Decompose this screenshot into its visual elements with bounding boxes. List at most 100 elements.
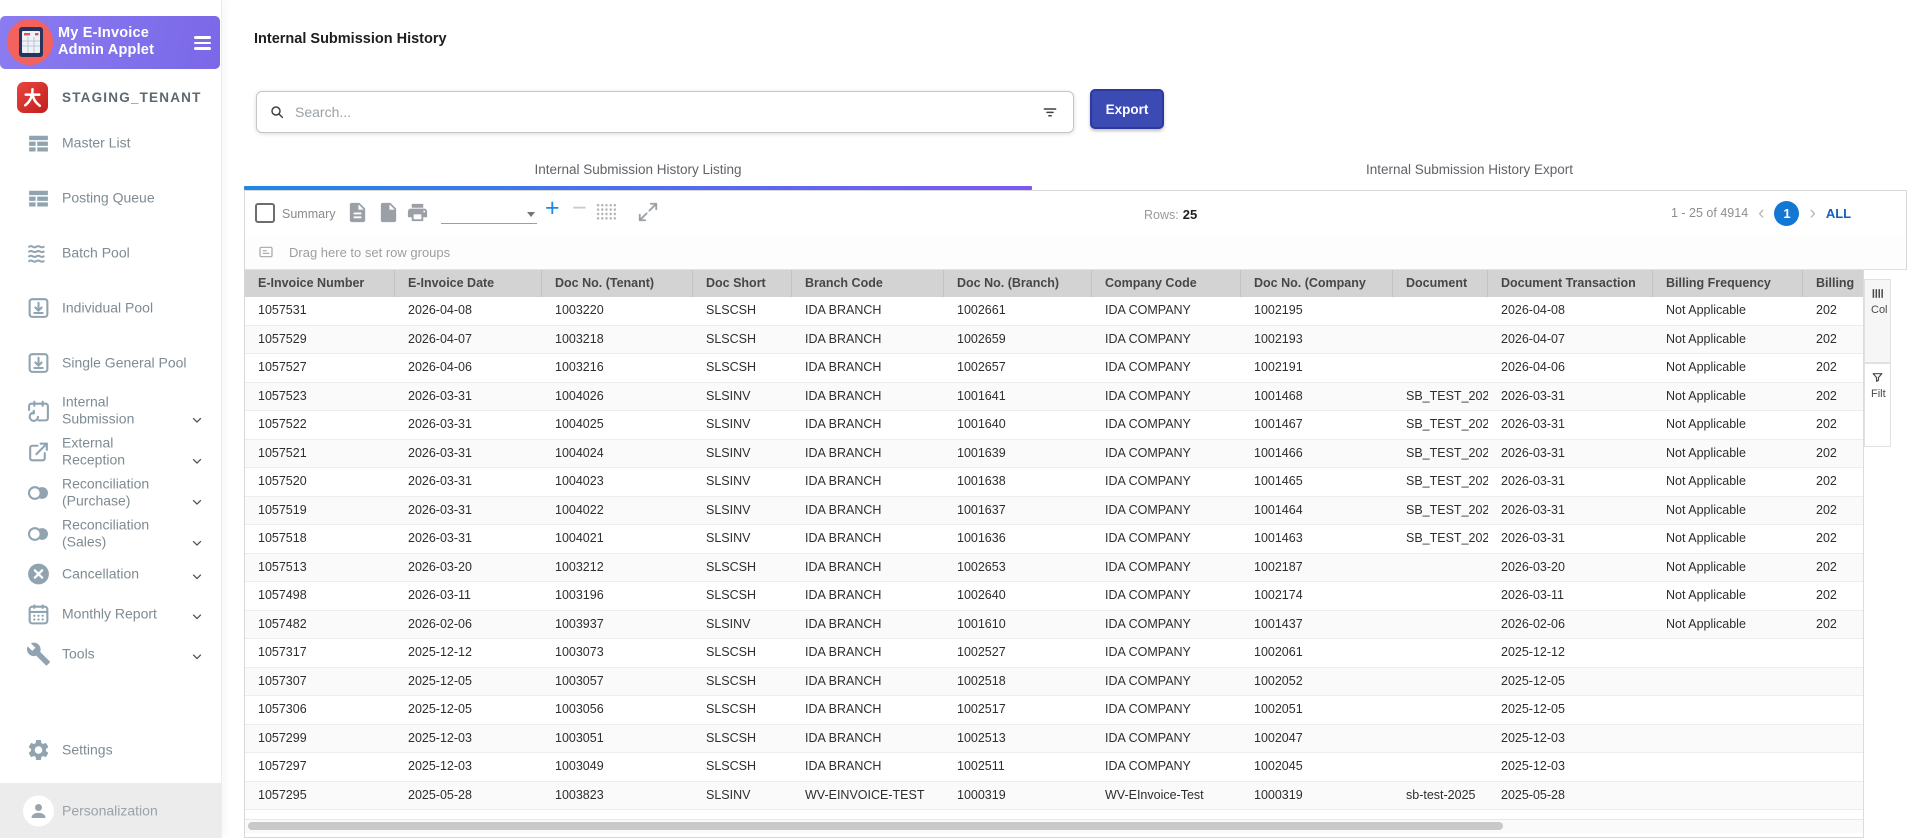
table-row[interactable]: 1057482 2026-02-06 1003937 SLSINV IDA BRANCH…: [245, 610, 1863, 639]
column-header-branch-code[interactable]: Branch Code: [792, 270, 944, 297]
table-cell: SB_TEST_202: [1406, 474, 1488, 488]
column-header-billing[interactable]: Billing: [1803, 270, 1863, 297]
column-header-doc-no-branch[interactable]: Doc No. (Branch): [944, 270, 1092, 297]
sidebar-item-batch-pool[interactable]: Batch Pool: [0, 225, 221, 280]
scrollbar-thumb[interactable]: [248, 822, 1503, 830]
sidebar-item-reconciliation-purchase[interactable]: Reconciliation (Purchase): [0, 472, 221, 513]
table-cell: 1001468: [1254, 388, 1303, 403]
sidebar-item-label: Personalization: [62, 801, 158, 818]
table-row[interactable]: 1057306 2025-12-05 1003056 SLSCSH IDA BRANCH…: [245, 696, 1863, 725]
file-text-icon[interactable]: [346, 201, 369, 224]
table-cell: SLSCSH: [706, 759, 757, 773]
column-header-billing-frequency[interactable]: Billing Frequency: [1653, 270, 1803, 297]
table-cell: 1001636: [957, 531, 1006, 545]
table-row[interactable]: 1057519 2026-03-31 1004022 SLSINV IDA BRANCH…: [245, 496, 1863, 525]
table-cell: SLSINV: [706, 388, 751, 403]
table-cell: 2026-03-11: [1501, 588, 1565, 602]
columns-panel-label: Col: [1871, 304, 1888, 316]
table-cell: [1393, 696, 1488, 724]
table-row[interactable]: 1057317 2025-12-12 1003073 SLSCSH IDA BRANCH…: [245, 639, 1863, 668]
table-cell: Not Applicable: [1666, 360, 1746, 374]
sidebar-item-internal-submission[interactable]: Internal Submission: [0, 390, 221, 431]
table-cell: IDA BRANCH: [805, 445, 882, 460]
sidebar-item-single-general-pool[interactable]: Single General Pool: [0, 335, 221, 390]
sidebar-item-external-reception[interactable]: External Reception: [0, 431, 221, 472]
chevron-right-icon[interactable]: ›: [1809, 204, 1815, 223]
table-row[interactable]: 1057522 2026-03-31 1004025 SLSINV IDA BRANCH…: [245, 411, 1863, 440]
table-cell: 1004023: [555, 474, 604, 488]
table-cell: 1001465: [1254, 474, 1303, 488]
sidebar-item-reconciliation-sales[interactable]: Reconciliation (Sales): [0, 513, 221, 554]
row-group-drop-zone[interactable]: Drag here to set row groups: [245, 235, 1906, 270]
table-cell: IDA COMPANY: [1105, 417, 1191, 431]
tab-internal-submission-history-listing[interactable]: Internal Submission History Listing: [244, 152, 1032, 186]
table-row[interactable]: 1057523 2026-03-31 1004026 SLSINV IDA BRANCH…: [245, 382, 1863, 411]
zoom-out-icon[interactable]: −: [572, 194, 587, 223]
table-row[interactable]: 1057527 2026-04-06 1003216 SLSCSH IDA BRANCH…: [245, 354, 1863, 383]
table-row[interactable]: 1057520 2026-03-31 1004023 SLSINV IDA BRANCH…: [245, 468, 1863, 497]
table-cell: SLSINV: [706, 445, 751, 460]
file-blank-icon[interactable]: [377, 201, 400, 224]
filters-panel-tab[interactable]: Filt: [1864, 363, 1891, 447]
table-row[interactable]: 1057295 2025-05-28 1003823 SLSINV WV-EINVOIC…: [245, 781, 1863, 810]
sidebar-item-individual-pool[interactable]: Individual Pool: [0, 280, 221, 335]
column-header-doc-no-tenant[interactable]: Doc No. (Tenant): [542, 270, 693, 297]
sidebar-item-settings[interactable]: Settings: [0, 728, 221, 772]
table-cell: 2025-12-03: [1501, 730, 1565, 745]
current-page-button[interactable]: 1: [1774, 200, 1800, 226]
sidebar-item-tools[interactable]: Tools: [0, 634, 221, 674]
page-size-select[interactable]: [441, 205, 537, 224]
sidebar-item-personalization[interactable]: Personalization: [0, 783, 221, 838]
summary-checkbox[interactable]: [255, 203, 275, 223]
table-cell: 202: [1816, 417, 1837, 431]
table-cell: 2025-05-28: [408, 787, 472, 802]
table-row[interactable]: 1057513 2026-03-20 1003212 SLSCSH IDA BRANCH…: [245, 553, 1863, 582]
sidebar-item-posting-queue[interactable]: Posting Queue: [0, 170, 221, 225]
table-row[interactable]: 1057531 2026-04-08 1003220 SLSCSH IDA BRANCH…: [245, 297, 1863, 326]
filters-panel-label: Filt: [1871, 388, 1886, 400]
table-row[interactable]: 1057518 2026-03-31 1004021 SLSINV IDA BRANCH…: [245, 525, 1863, 554]
cancel-circle-icon: [26, 562, 51, 587]
filter-lines-icon[interactable]: [1041, 103, 1059, 121]
table-cell: 1002527: [957, 645, 1006, 659]
chevron-left-icon[interactable]: ‹: [1758, 204, 1764, 223]
table-cell: IDA BRANCH: [805, 730, 882, 745]
table-row[interactable]: 1057299 2025-12-03 1003051 SLSCSH IDA BRANCH…: [245, 724, 1863, 753]
table-cell: 1004022: [555, 502, 604, 517]
table-row[interactable]: 1057521 2026-03-31 1004024 SLSINV IDA BRANCH…: [245, 439, 1863, 468]
table-row[interactable]: 1057307 2025-12-05 1003057 SLSCSH IDA BRANCH…: [245, 667, 1863, 696]
table-cell: 1003051: [555, 730, 604, 745]
table-cell: 1057295: [258, 787, 307, 802]
zoom-in-icon[interactable]: +: [545, 194, 560, 223]
column-header-company-code[interactable]: Company Code: [1092, 270, 1241, 297]
table-cell: 1057531: [258, 303, 307, 317]
printer-icon[interactable]: [406, 201, 429, 224]
table-cell: 202: [1816, 445, 1837, 460]
search-input[interactable]: [293, 103, 1041, 121]
table-cell: [1393, 354, 1488, 382]
table-cell: IDA BRANCH: [805, 331, 882, 346]
table-row[interactable]: 1057297 2025-12-03 1003049 SLSCSH IDA BRANCH…: [245, 753, 1863, 782]
table-row[interactable]: 1057529 2026-04-07 1003218 SLSCSH IDA BRANCH…: [245, 325, 1863, 354]
sidebar-item-monthly-report[interactable]: Monthly Report: [0, 594, 221, 634]
rows-value: 25: [1182, 207, 1198, 222]
export-button[interactable]: Export: [1090, 89, 1164, 129]
column-header-document-transaction[interactable]: Document Transaction: [1488, 270, 1653, 297]
table-row[interactable]: 1057498 2026-03-11 1003196 SLSCSH IDA BRANCH…: [245, 582, 1863, 611]
sidebar-item-cancellation[interactable]: Cancellation: [0, 554, 221, 594]
column-header-e-invoice-date[interactable]: E-Invoice Date: [395, 270, 542, 297]
menu-toggle-button[interactable]: [194, 36, 211, 53]
table-cell: 202: [1816, 474, 1837, 488]
tab-internal-submission-history-export[interactable]: Internal Submission History Export: [1032, 152, 1907, 186]
table-cell: 2025-12-03: [1501, 759, 1565, 773]
column-header-doc-short[interactable]: Doc Short: [693, 270, 792, 297]
sidebar-item-master-list[interactable]: Master List: [0, 115, 221, 170]
column-header-doc-no-company[interactable]: Doc No. (Company: [1241, 270, 1393, 297]
horizontal-scrollbar[interactable]: [245, 819, 1863, 833]
all-pages-button[interactable]: ALL: [1826, 206, 1851, 221]
column-header-e-invoice-number[interactable]: E-Invoice Number: [245, 270, 395, 297]
grid-dots-icon[interactable]: [596, 203, 617, 221]
columns-panel-tab[interactable]: Col: [1864, 279, 1891, 363]
column-header-document[interactable]: Document: [1393, 270, 1488, 297]
expand-icon[interactable]: [637, 201, 659, 223]
